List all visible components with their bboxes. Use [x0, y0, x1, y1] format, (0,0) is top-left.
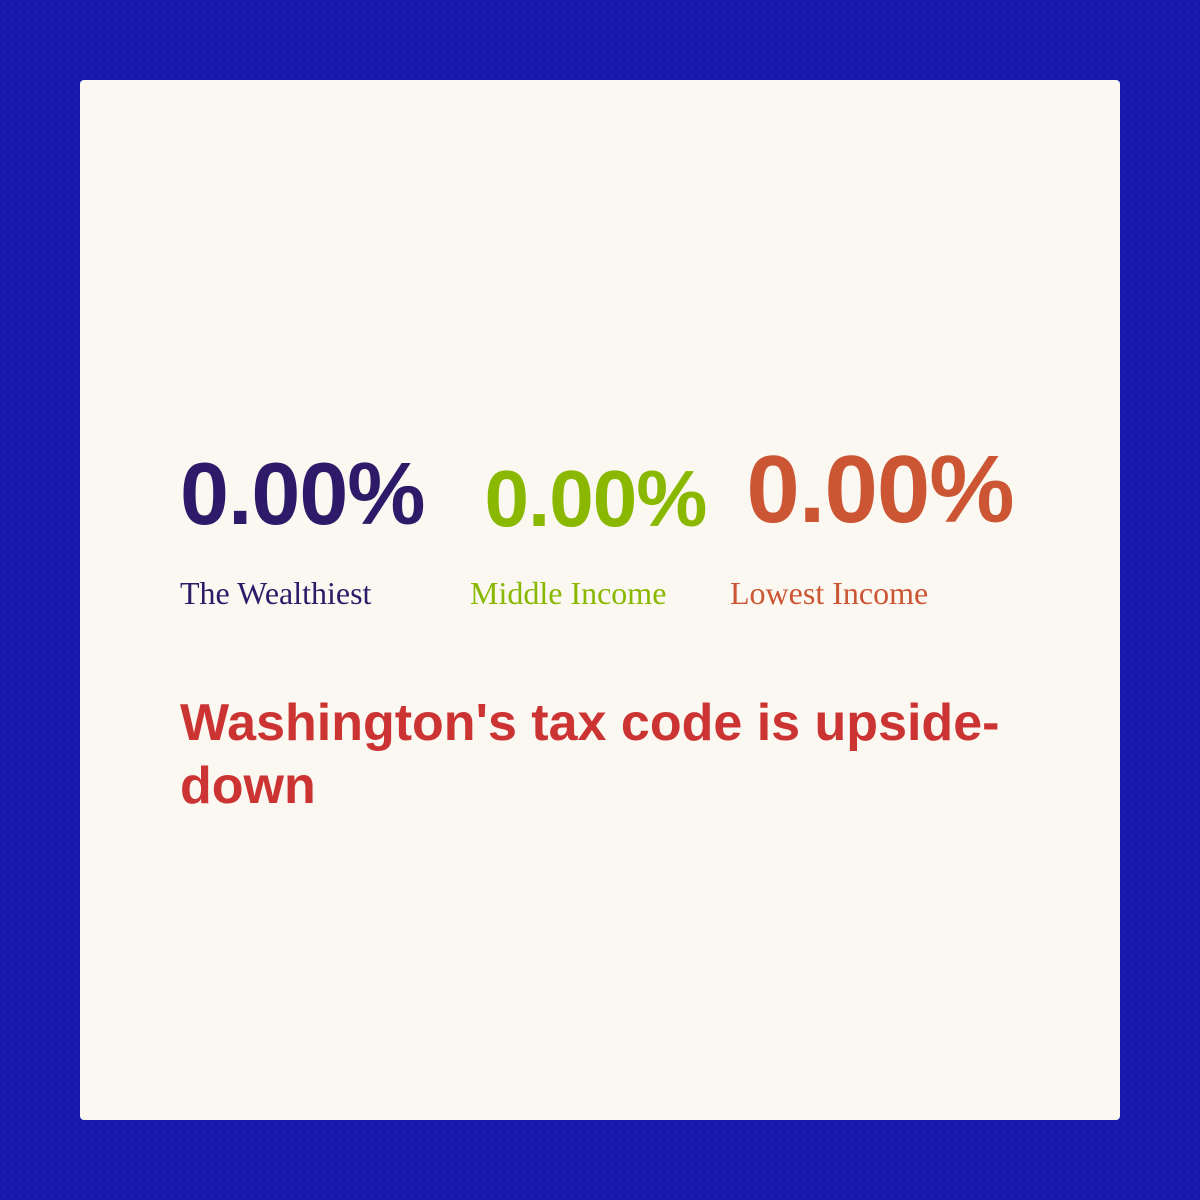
lowest-stat: 0.00% — [746, 435, 1013, 545]
tagline: Washington's tax code is upside-down — [180, 692, 1020, 817]
wealthiest-percentage: 0.00% — [180, 443, 425, 545]
labels-row: The Wealthiest Middle Income Lowest Inco… — [180, 575, 1020, 612]
wealthiest-label: The Wealthiest — [180, 575, 410, 612]
lowest-percentage: 0.00% — [746, 435, 1013, 545]
lowest-income-label: Lowest Income — [730, 575, 928, 612]
stats-row: 0.00% 0.00% 0.00% — [180, 383, 1020, 545]
main-card: 0.00% 0.00% 0.00% The Wealthiest Middle … — [80, 80, 1120, 1120]
middle-income-label: Middle Income — [470, 575, 670, 612]
wealthiest-stat: 0.00% — [180, 443, 425, 545]
middle-percentage: 0.00% — [485, 453, 707, 545]
middle-stat: 0.00% — [485, 453, 707, 545]
